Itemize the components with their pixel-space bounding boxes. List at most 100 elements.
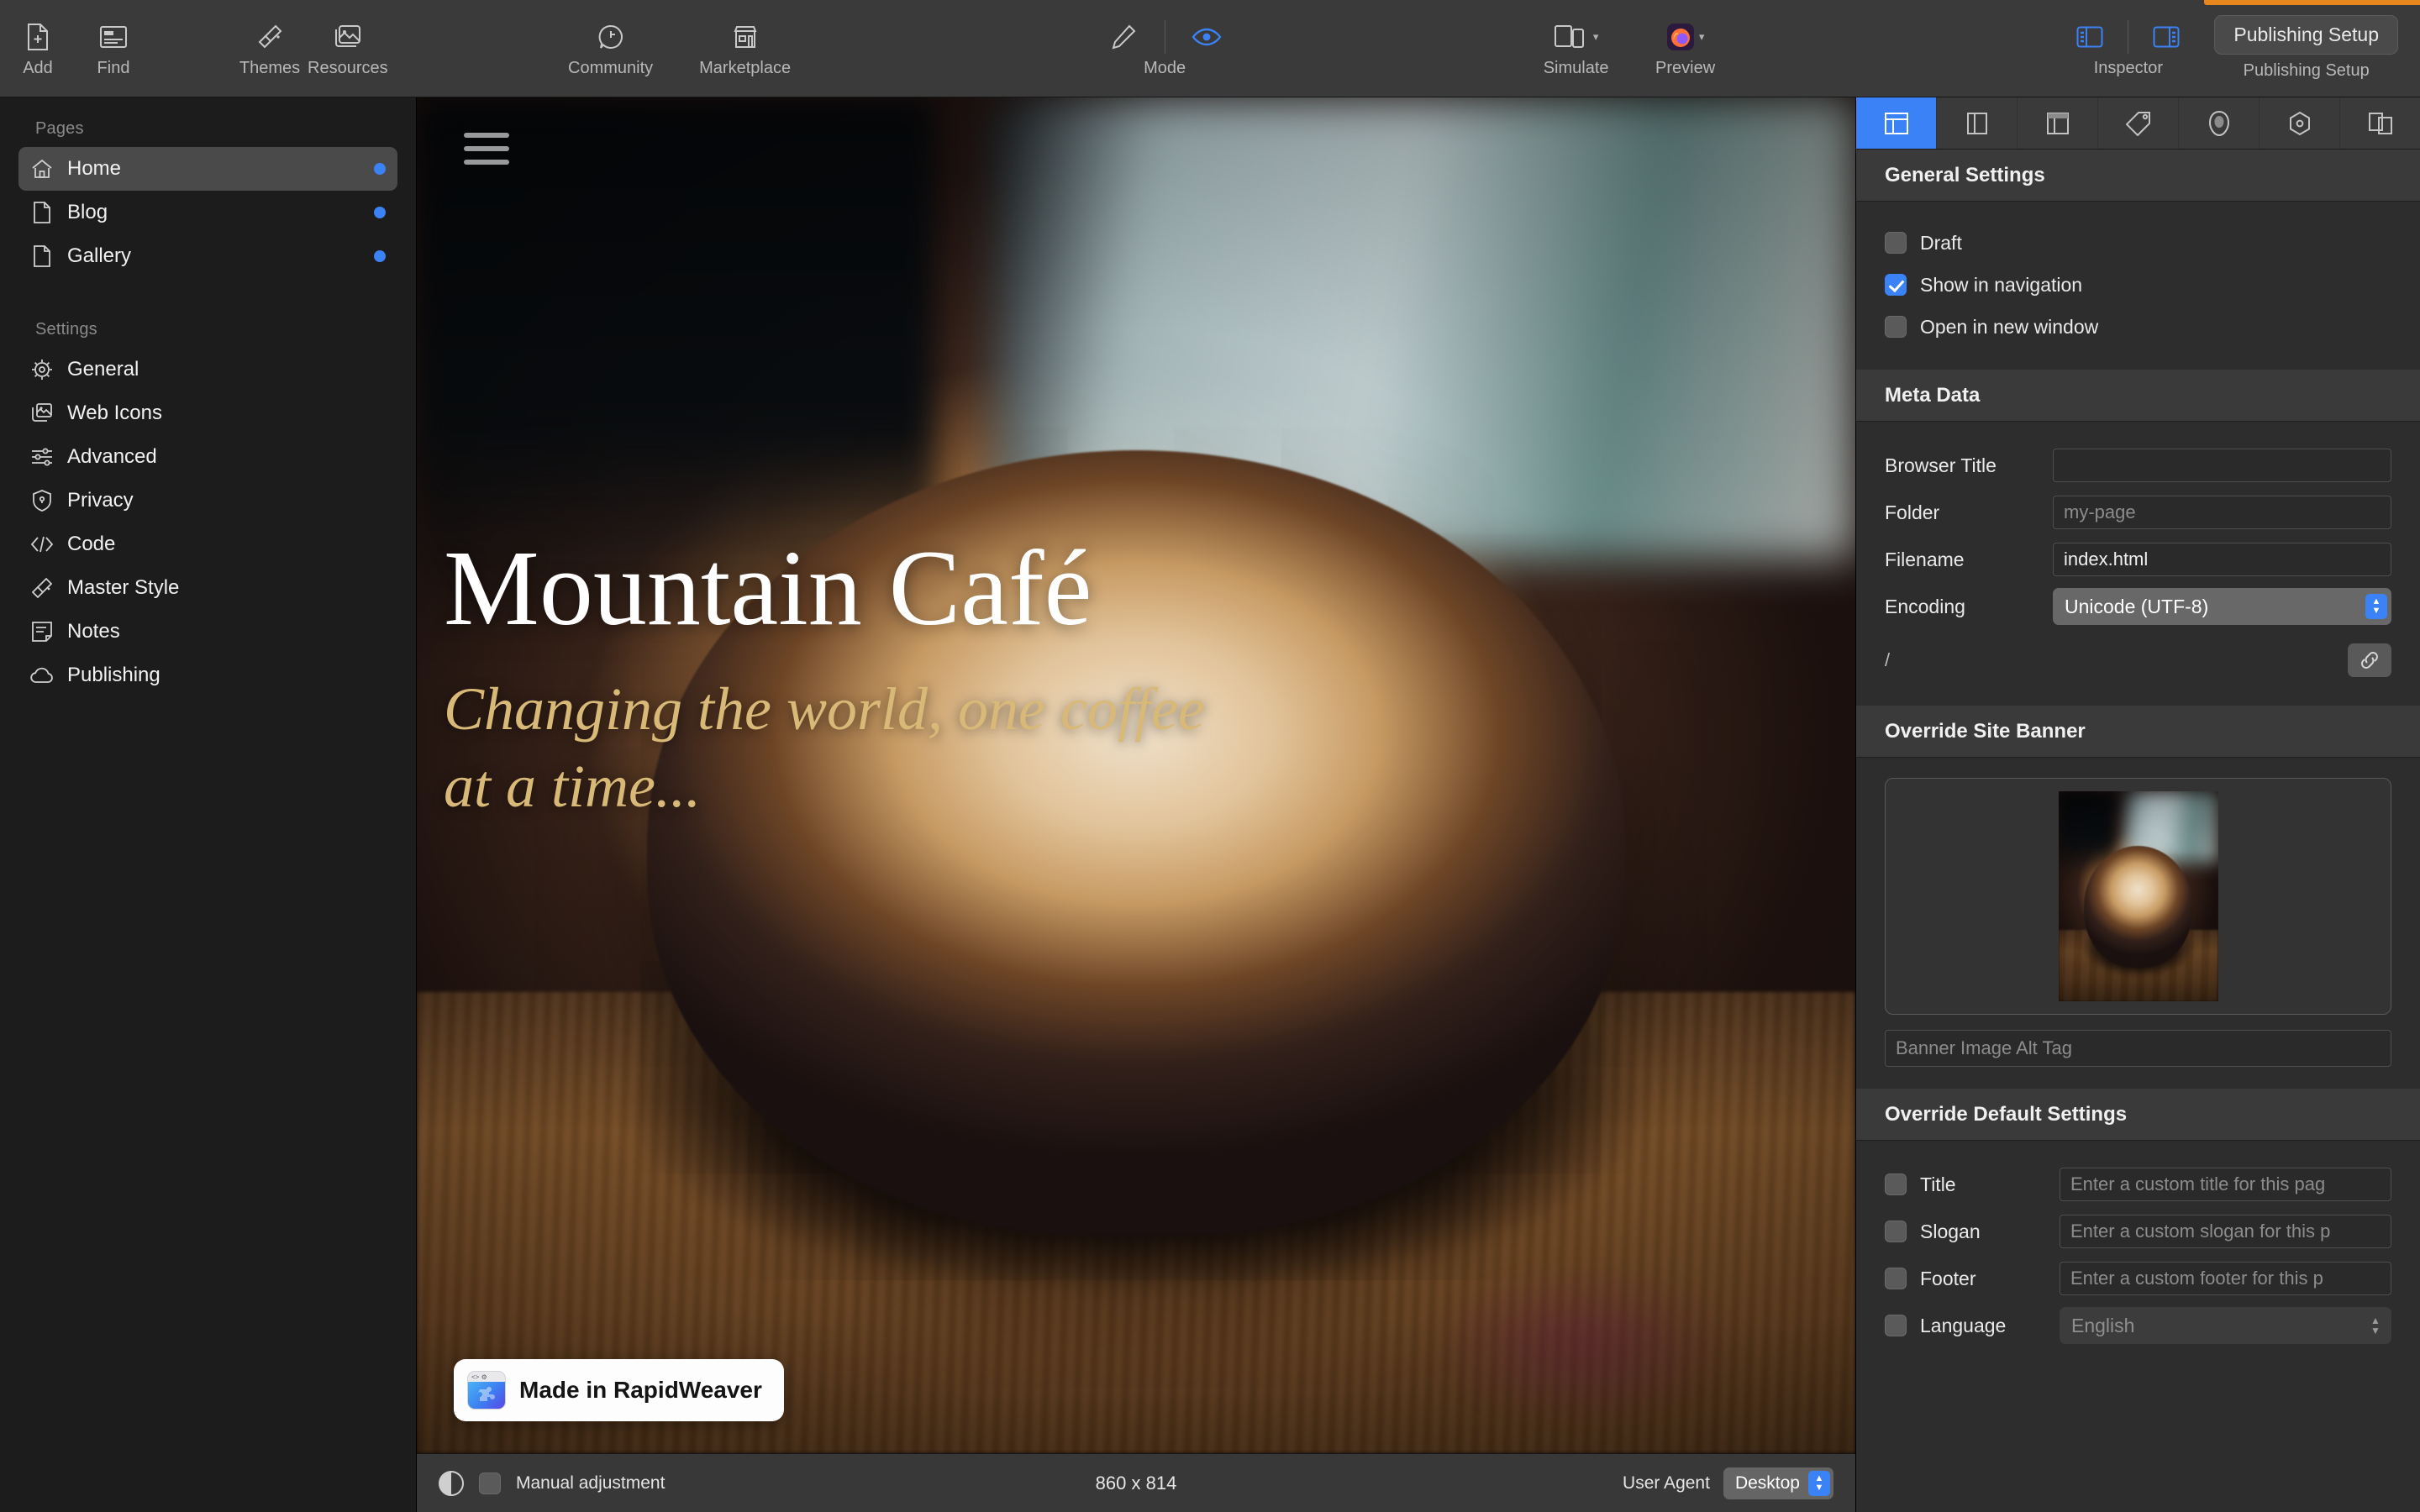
link-icon[interactable]: [2348, 643, 2391, 677]
shield-lock-icon: [30, 489, 54, 512]
web-icons-icon: [30, 402, 54, 425]
toolbar-themes-button[interactable]: Themes: [232, 0, 308, 78]
browser-title-input[interactable]: [2053, 449, 2391, 482]
banner-thumbnail: [2058, 791, 2218, 1001]
inspector-tab-sidebar-layout[interactable]: [1937, 97, 2018, 149]
sidebar-item-code-label: Code: [67, 533, 116, 555]
sliders-icon: [30, 445, 54, 469]
toolbar-right-group: Inspector Publishing Setup Publishing Se…: [2062, 0, 2398, 97]
hamburger-menu-icon[interactable]: [464, 133, 509, 165]
override-slogan-input[interactable]: Enter a custom slogan for this p: [2060, 1215, 2391, 1248]
left-sidebar: Pages Home Blog Gallery Settings General…: [0, 97, 417, 1512]
override-language-checkbox[interactable]: [1885, 1315, 1907, 1336]
toolbar-add-button[interactable]: Add: [0, 0, 76, 78]
inspector-tab-header-layout[interactable]: [2018, 97, 2098, 149]
override-default-settings-header: Override Default Settings: [1856, 1089, 2420, 1141]
page-path-row: /: [1885, 637, 2391, 684]
preview-canvas-area: Mountain Café Changing the world, one co…: [417, 97, 1855, 1512]
user-agent-label: User Agent: [1623, 1473, 1710, 1493]
language-stepper-icon: ▲ ▼: [2370, 1315, 2381, 1336]
toolbar-resources-label: Resources: [308, 59, 388, 77]
toolbar-find-button[interactable]: Find: [76, 0, 151, 78]
main-content-row: Pages Home Blog Gallery Settings General…: [0, 97, 2420, 1512]
sidebar-item-publishing[interactable]: Publishing: [18, 654, 397, 697]
sidebar-item-notes[interactable]: Notes: [18, 610, 397, 654]
contrast-icon[interactable]: [439, 1470, 464, 1496]
meta-data-header: Meta Data: [1856, 370, 2420, 422]
override-footer-checkbox[interactable]: [1885, 1268, 1907, 1289]
toolbar-community-button[interactable]: Community: [548, 0, 674, 78]
page-icon: [30, 201, 54, 224]
draft-label: Draft: [1920, 231, 1962, 254]
sidebar-item-privacy-label: Privacy: [67, 489, 134, 512]
sidebar-item-web-icons-label: Web Icons: [67, 402, 162, 424]
toolbar-simulate-button[interactable]: ▾ Simulate: [1522, 0, 1631, 78]
banner-alt-tag-input[interactable]: Banner Image Alt Tag: [1885, 1030, 2391, 1067]
inspector-tab-settings[interactable]: [2260, 97, 2340, 149]
sidebar-item-code[interactable]: Code: [18, 522, 397, 566]
inspector-tab-stacks[interactable]: [2340, 97, 2420, 149]
show-in-navigation-label: Show in navigation: [1920, 273, 2083, 296]
sidebar-item-general[interactable]: General: [18, 348, 397, 391]
marketplace-store-icon: [732, 20, 759, 54]
draft-checkbox[interactable]: [1885, 232, 1907, 254]
publishing-setup-button[interactable]: Publishing Setup: [2214, 15, 2398, 55]
made-in-rapidweaver-badge[interactable]: <> ⚙ Made in RapidWeaver: [454, 1359, 784, 1421]
show-in-navigation-row[interactable]: Show in navigation: [1885, 264, 2391, 306]
sidebar-item-advanced[interactable]: Advanced: [18, 435, 397, 479]
sidebar-item-blog-label: Blog: [67, 201, 108, 223]
sidebar-item-master-style[interactable]: Master Style: [18, 566, 397, 610]
inspector-tab-style[interactable]: [2179, 97, 2260, 149]
toolbar-center-group: Community Marketplace: [548, 0, 817, 97]
toolbar-marketplace-button[interactable]: Marketplace: [674, 0, 817, 78]
banner-image-dropzone[interactable]: [1885, 778, 2391, 1015]
open-in-new-window-row[interactable]: Open in new window: [1885, 306, 2391, 348]
manual-adjustment-label: Manual adjustment: [516, 1473, 666, 1493]
toolbar-resources-button[interactable]: Resources: [308, 0, 388, 78]
override-title-input[interactable]: Enter a custom title for this pag: [2060, 1168, 2391, 1201]
sidebar-item-gallery-label: Gallery: [67, 244, 132, 267]
page-preview[interactable]: Mountain Café Changing the world, one co…: [417, 97, 1855, 1453]
gear-icon: [30, 358, 54, 381]
override-site-banner-header: Override Site Banner: [1856, 706, 2420, 758]
override-slogan-checkbox[interactable]: [1885, 1221, 1907, 1242]
user-agent-select[interactable]: Desktop ▲ ▼: [1723, 1467, 1833, 1499]
sidebar-right-icon[interactable]: [2139, 20, 2194, 54]
browser-title-label: Browser Title: [1885, 454, 1996, 476]
override-language-select[interactable]: English ▲ ▼: [2060, 1307, 2391, 1344]
page-tagline: Changing the world, one coffee at a time…: [444, 675, 1205, 821]
rapidweaver-icon: <> ⚙: [467, 1371, 506, 1410]
override-title-checkbox[interactable]: [1885, 1173, 1907, 1195]
draft-row[interactable]: Draft: [1885, 222, 2391, 264]
sidebar-item-gallery[interactable]: Gallery: [18, 234, 397, 278]
sidebar-item-blog[interactable]: Blog: [18, 191, 397, 234]
folder-input[interactable]: my-page: [2053, 496, 2391, 529]
override-footer-input[interactable]: Enter a custom footer for this p: [2060, 1262, 2391, 1295]
community-speech-icon: [597, 20, 624, 54]
publishing-progress-indicator: [2204, 0, 2420, 5]
encoding-select[interactable]: Unicode (UTF-8) ▲ ▼: [2053, 588, 2391, 625]
sidebar-item-privacy[interactable]: Privacy: [18, 479, 397, 522]
inspector-tab-page-layout[interactable]: [1856, 97, 1937, 149]
filename-input[interactable]: index.html: [2053, 543, 2391, 576]
inspector-tab-tags[interactable]: [2098, 97, 2179, 149]
eye-icon[interactable]: [1177, 20, 1236, 54]
pencil-icon[interactable]: [1094, 20, 1153, 54]
sidebar-left-icon[interactable]: [2062, 20, 2118, 54]
show-in-navigation-checkbox[interactable]: [1885, 274, 1907, 296]
manual-adjustment-checkbox[interactable]: [479, 1472, 501, 1494]
override-footer-label: Footer: [1920, 1267, 1976, 1289]
preview-caret-icon[interactable]: ▾: [1699, 30, 1705, 44]
made-in-rapidweaver-label: Made in RapidWeaver: [519, 1377, 762, 1403]
sidebar-item-web-icons[interactable]: Web Icons: [18, 391, 397, 435]
override-default-settings-body: Title Enter a custom title for this pag …: [1856, 1141, 2420, 1371]
simulate-caret-icon[interactable]: ▾: [1593, 30, 1599, 44]
override-language-row: Language English ▲ ▼: [1885, 1302, 2391, 1349]
toolbar-preview-button[interactable]: ▾ Preview: [1631, 0, 1740, 78]
sidebar-item-home[interactable]: Home: [18, 147, 397, 191]
main-toolbar: Add Find Themes Resources Community Mark…: [0, 0, 2420, 97]
sidebar-item-publishing-label: Publishing: [67, 664, 160, 686]
inspector-tabs: [1856, 97, 2420, 150]
toolbar-find-label: Find: [97, 59, 130, 77]
open-in-new-window-checkbox[interactable]: [1885, 316, 1907, 338]
